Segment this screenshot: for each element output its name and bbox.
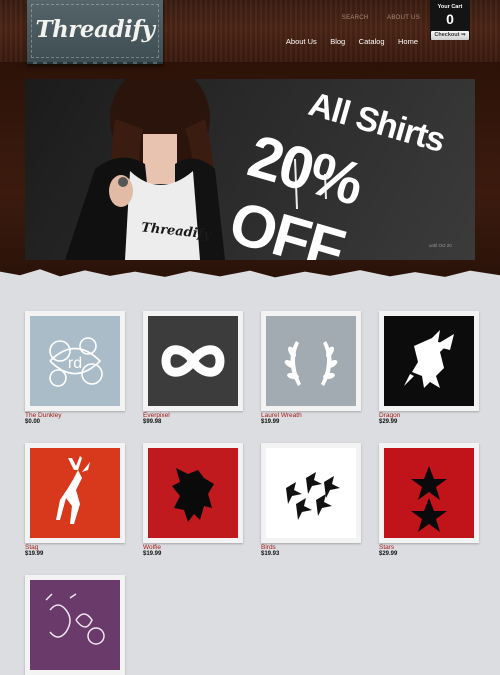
product-name[interactable]: Dragon <box>379 412 479 419</box>
product-price: $0.00 <box>25 419 41 425</box>
product-price: $19.93 <box>261 551 280 557</box>
product-card[interactable]: Wolfie $19.99 <box>143 443 243 557</box>
product-name[interactable]: Laurel Wreath <box>261 412 361 419</box>
product-thumbnail[interactable] <box>379 443 479 543</box>
logo[interactable]: Threadify <box>27 0 163 64</box>
doodle-design <box>30 580 120 670</box>
nav-catalog[interactable]: Catalog <box>359 37 385 46</box>
birds-icon <box>266 448 356 538</box>
nav-about-us[interactable]: About Us <box>286 37 317 46</box>
svg-text:rd: rd <box>68 355 82 372</box>
product-name[interactable]: Wolfie <box>143 544 243 551</box>
product-name[interactable]: The Dunkley <box>25 412 125 419</box>
about-us-util-link[interactable]: ABOUT US <box>387 15 420 21</box>
product-thumbnail[interactable] <box>25 443 125 543</box>
floral-rd-design: rd <box>30 316 120 406</box>
logo-text: Threadify <box>35 16 155 43</box>
product-card[interactable]: Laurel Wreath $19.99 <box>261 311 361 425</box>
product-card[interactable]: Stars $29.99 <box>379 443 479 557</box>
product-price: $19.99 <box>25 551 44 557</box>
product-thumbnail[interactable] <box>143 311 243 411</box>
product-name[interactable]: Birds <box>261 544 361 551</box>
product-card[interactable]: Everpixel $99.98 <box>143 311 243 425</box>
product-price: $99.98 <box>143 419 162 425</box>
product-card[interactable] <box>25 575 125 675</box>
cart-title: Your Cart <box>437 4 463 10</box>
checkout-button[interactable]: Checkout ⇒ <box>431 31 469 40</box>
wolf-icon <box>148 448 238 538</box>
laurel-wreath-icon <box>266 316 356 406</box>
product-thumbnail[interactable] <box>379 311 479 411</box>
nav-blog[interactable]: Blog <box>330 37 345 46</box>
product-card[interactable]: Stag $19.99 <box>25 443 125 557</box>
utility-nav: SEARCH ABOUT US <box>328 6 420 24</box>
cart-count: 0 <box>446 11 454 27</box>
product-thumbnail[interactable] <box>143 443 243 543</box>
product-card[interactable]: Dragon $29.99 <box>379 311 479 425</box>
product-thumbnail[interactable]: rd <box>25 311 125 411</box>
product-name[interactable]: Stag <box>25 544 125 551</box>
product-price: $29.99 <box>379 419 398 425</box>
product-thumbnail[interactable] <box>261 443 361 543</box>
product-card[interactable]: Birds $19.93 <box>261 443 361 557</box>
product-thumbnail[interactable] <box>25 575 125 675</box>
product-price: $19.99 <box>261 419 280 425</box>
product-name[interactable]: Stars <box>379 544 479 551</box>
product-name[interactable]: Everpixel <box>143 412 243 419</box>
stag-icon <box>30 448 120 538</box>
product-grid: rd The Dunkley $0.00 Everpixel $99.98 La… <box>0 0 500 675</box>
product-price: $19.99 <box>143 551 162 557</box>
search-link[interactable]: SEARCH <box>342 15 369 21</box>
nav-home[interactable]: Home <box>398 37 418 46</box>
stars-icon <box>384 448 474 538</box>
main-nav: About Us Blog Catalog Home <box>277 31 418 49</box>
product-price: $29.99 <box>379 551 398 557</box>
product-card[interactable]: rd The Dunkley $0.00 <box>25 311 125 425</box>
griffin-icon <box>384 316 474 406</box>
infinity-icon <box>148 316 238 406</box>
product-thumbnail[interactable] <box>261 311 361 411</box>
